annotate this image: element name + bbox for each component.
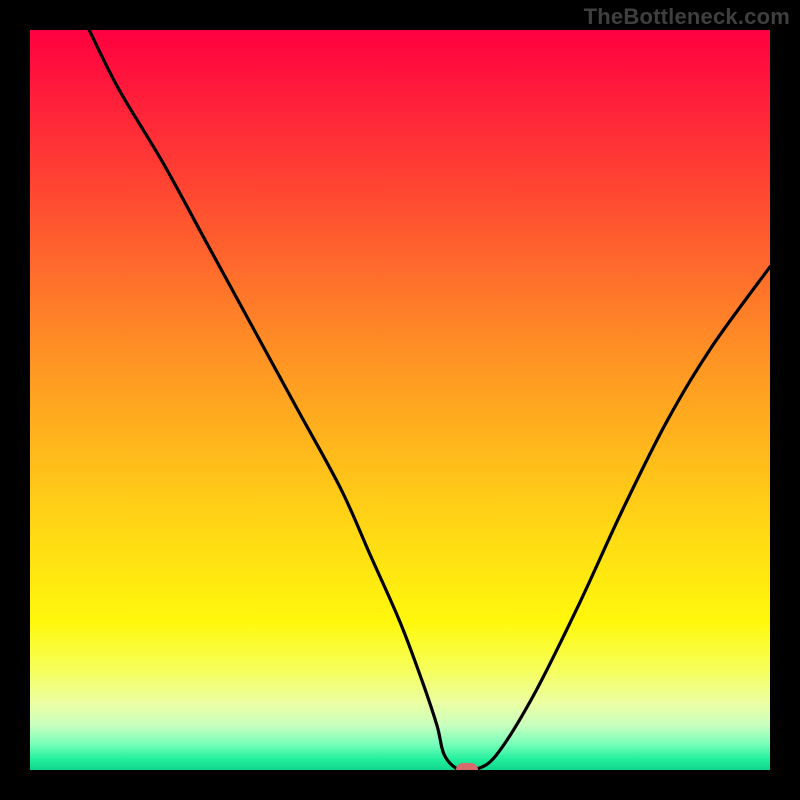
optimum-marker xyxy=(456,763,478,770)
watermark-text: TheBottleneck.com xyxy=(584,4,790,30)
chart-frame: TheBottleneck.com xyxy=(0,0,800,800)
plot-area xyxy=(30,30,770,770)
bottleneck-curve xyxy=(30,30,770,770)
